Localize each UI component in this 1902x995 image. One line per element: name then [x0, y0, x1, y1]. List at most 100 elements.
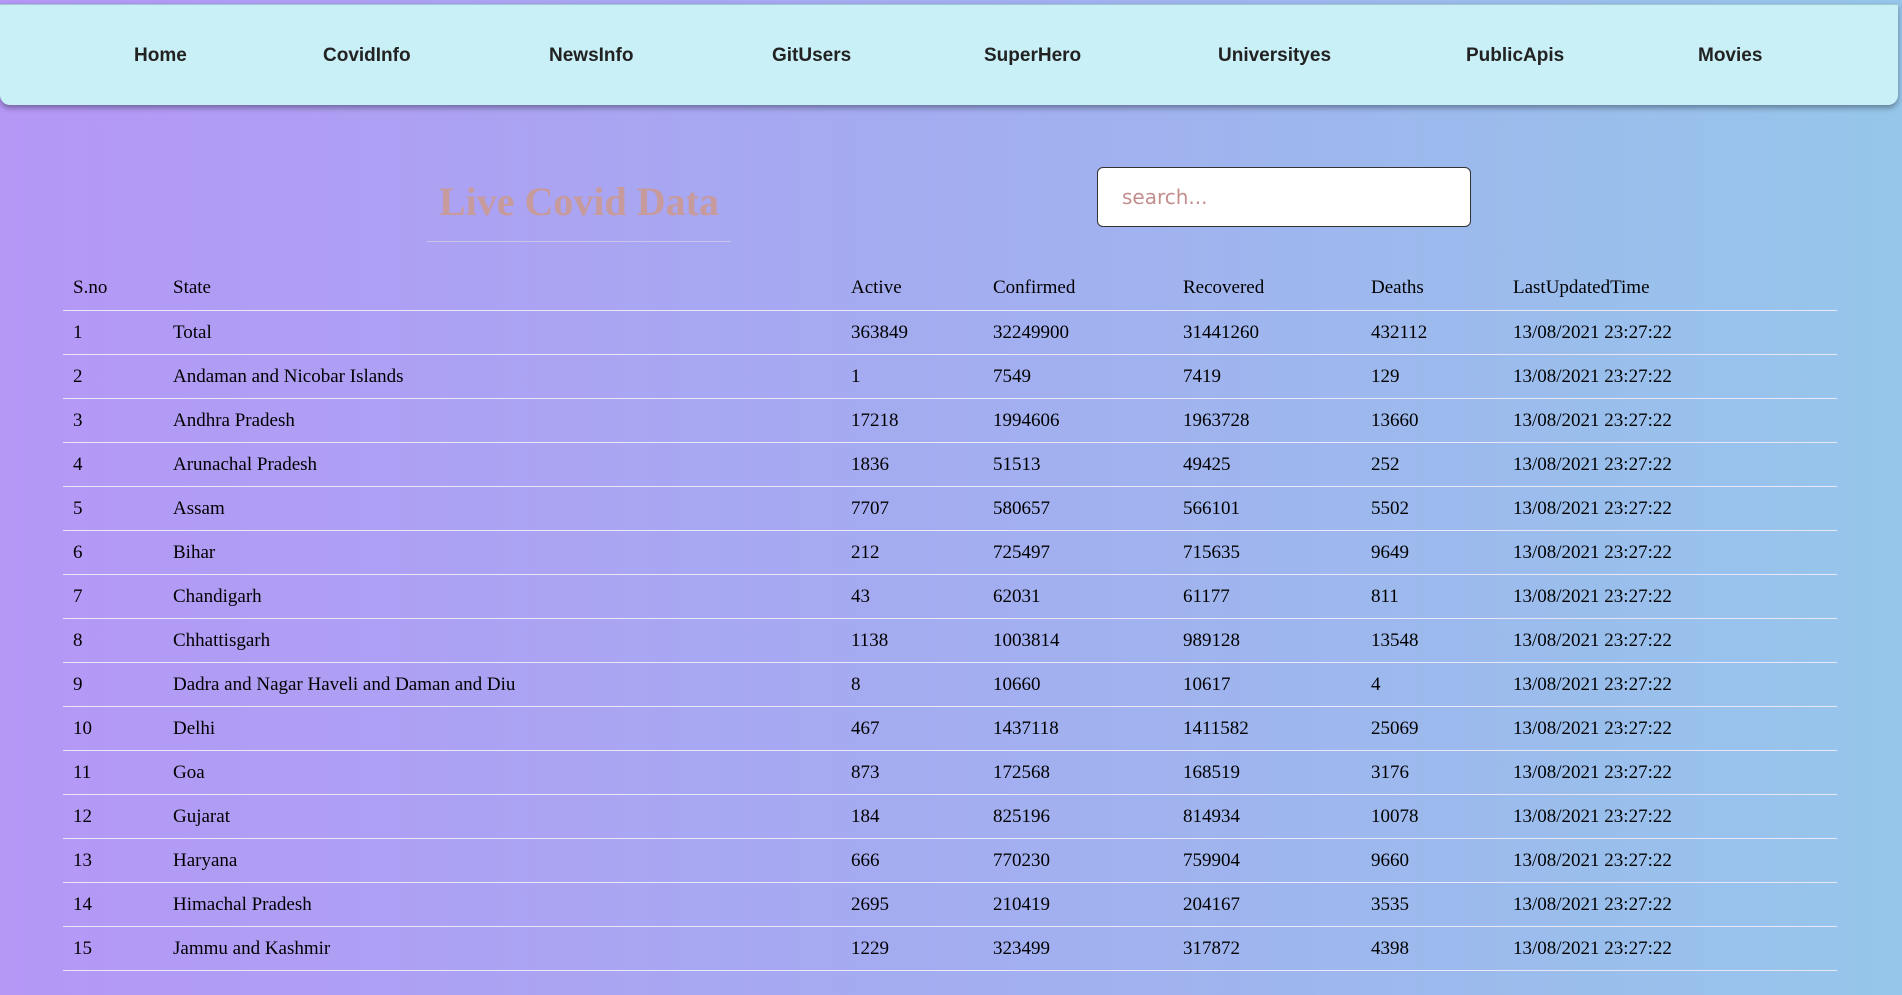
cell-last-updated: 13/08/2021 23:27:22 — [1503, 750, 1837, 795]
cell-confirmed: 62031 — [983, 574, 1173, 619]
cell-state: Delhi — [163, 706, 841, 751]
cell-deaths: 4 — [1361, 662, 1503, 707]
cell-last-updated: 13/08/2021 23:27:22 — [1503, 706, 1837, 751]
cell-sno: 8 — [63, 618, 163, 663]
cell-confirmed: 32249900 — [983, 310, 1173, 355]
cell-confirmed: 1003814 — [983, 618, 1173, 663]
cell-recovered: 49425 — [1173, 442, 1361, 487]
table-row: 1 Total 363849 32249900 31441260 432112 13/08/… — [63, 310, 1837, 355]
cell-sno: 4 — [63, 442, 163, 487]
table-row: 11 Goa 873 172568 168519 3176 13/08/2021 23:27… — [63, 750, 1837, 795]
cell-deaths: 5502 — [1361, 486, 1503, 531]
table-row: 4 Arunachal Pradesh 1836 51513 49425 252 13/08… — [63, 442, 1837, 487]
cell-sno: 14 — [63, 882, 163, 927]
cell-deaths: 25069 — [1361, 706, 1503, 751]
cell-state: Assam — [163, 486, 841, 531]
cell-confirmed: 825196 — [983, 794, 1173, 839]
cell-recovered: 759904 — [1173, 838, 1361, 883]
nav-link-gitusers[interactable]: GitUsers — [772, 45, 851, 67]
top-navbar: Home CovidInfo NewsInfo GitUsers SuperHe… — [0, 4, 1898, 105]
cell-recovered: 317872 — [1173, 926, 1361, 971]
cell-active: 184 — [841, 794, 983, 839]
nav-link-covidinfo[interactable]: CovidInfo — [323, 45, 411, 67]
table-row: 3 Andhra Pradesh 17218 1994606 1963728 13660 1… — [63, 398, 1837, 443]
table-row: 7 Chandigarh 43 62031 61177 811 13/08/2021 23:… — [63, 574, 1837, 619]
cell-sno: 15 — [63, 926, 163, 971]
cell-active: 873 — [841, 750, 983, 795]
cell-state: Arunachal Pradesh — [163, 442, 841, 487]
cell-deaths: 432112 — [1361, 310, 1503, 355]
cell-state: Chhattisgarh — [163, 618, 841, 663]
nav-link-movies[interactable]: Movies — [1698, 45, 1762, 67]
nav-link-home[interactable]: Home — [134, 45, 187, 67]
column-header-active: Active — [841, 266, 983, 311]
nav-link-newsinfo[interactable]: NewsInfo — [549, 45, 633, 67]
cell-last-updated: 13/08/2021 23:27:22 — [1503, 838, 1837, 883]
cell-active: 1229 — [841, 926, 983, 971]
cell-last-updated: 13/08/2021 23:27:22 — [1503, 574, 1837, 619]
cell-confirmed: 580657 — [983, 486, 1173, 531]
cell-deaths: 3176 — [1361, 750, 1503, 795]
cell-active: 7707 — [841, 486, 983, 531]
cell-active: 8 — [841, 662, 983, 707]
cell-sno: 11 — [63, 750, 163, 795]
cell-deaths: 811 — [1361, 574, 1503, 619]
table-row: 14 Himachal Pradesh 2695 210419 204167 3535 13… — [63, 882, 1837, 927]
cell-recovered: 10617 — [1173, 662, 1361, 707]
cell-recovered: 1411582 — [1173, 706, 1361, 751]
cell-state: Bihar — [163, 530, 841, 575]
cell-deaths: 4398 — [1361, 926, 1503, 971]
cell-confirmed: 1994606 — [983, 398, 1173, 443]
cell-state: Andaman and Nicobar Islands — [163, 354, 841, 399]
cell-deaths: 129 — [1361, 354, 1503, 399]
cell-sno: 7 — [63, 574, 163, 619]
cell-recovered: 814934 — [1173, 794, 1361, 839]
cell-active: 17218 — [841, 398, 983, 443]
cell-state: Chandigarh — [163, 574, 841, 619]
cell-recovered: 31441260 — [1173, 310, 1361, 355]
nav-link-universityes[interactable]: Universityes — [1218, 45, 1331, 67]
cell-deaths: 10078 — [1361, 794, 1503, 839]
cell-recovered: 989128 — [1173, 618, 1361, 663]
cell-sno: 3 — [63, 398, 163, 443]
column-header-state: State — [163, 266, 841, 311]
cell-deaths: 9649 — [1361, 530, 1503, 575]
search-input[interactable] — [1097, 167, 1471, 227]
cell-last-updated: 13/08/2021 23:27:22 — [1503, 310, 1837, 355]
cell-deaths: 252 — [1361, 442, 1503, 487]
cell-sno: 12 — [63, 794, 163, 839]
covid-data-table: S.no State Active Confirmed Recovered De… — [63, 266, 1837, 971]
cell-confirmed: 10660 — [983, 662, 1173, 707]
nav-link-publicapis[interactable]: PublicApis — [1466, 45, 1564, 67]
cell-last-updated: 13/08/2021 23:27:22 — [1503, 530, 1837, 575]
cell-state: Haryana — [163, 838, 841, 883]
cell-sno: 5 — [63, 486, 163, 531]
nav-link-superhero[interactable]: SuperHero — [984, 45, 1081, 67]
cell-recovered: 566101 — [1173, 486, 1361, 531]
cell-deaths: 13548 — [1361, 618, 1503, 663]
cell-active: 1138 — [841, 618, 983, 663]
table-row: 13 Haryana 666 770230 759904 9660 13/08/2021 2… — [63, 838, 1837, 883]
cell-confirmed: 51513 — [983, 442, 1173, 487]
table-row: 2 Andaman and Nicobar Islands 1 7549 7419 129… — [63, 354, 1837, 399]
cell-recovered: 168519 — [1173, 750, 1361, 795]
cell-deaths: 3535 — [1361, 882, 1503, 927]
table-row: 15 Jammu and Kashmir 1229 323499 317872 4398 1… — [63, 926, 1837, 971]
cell-state: Goa — [163, 750, 841, 795]
cell-recovered: 61177 — [1173, 574, 1361, 619]
table-row: 12 Gujarat 184 825196 814934 10078 13/08/2021 … — [63, 794, 1837, 839]
cell-state: Total — [163, 310, 841, 355]
column-header-deaths: Deaths — [1361, 266, 1503, 311]
title-underline — [427, 241, 731, 242]
cell-state: Himachal Pradesh — [163, 882, 841, 927]
cell-sno: 1 — [63, 310, 163, 355]
cell-confirmed: 1437118 — [983, 706, 1173, 751]
cell-sno: 9 — [63, 662, 163, 707]
cell-confirmed: 210419 — [983, 882, 1173, 927]
cell-recovered: 1963728 — [1173, 398, 1361, 443]
cell-sno: 13 — [63, 838, 163, 883]
cell-last-updated: 13/08/2021 23:27:22 — [1503, 662, 1837, 707]
table-row: 8 Chhattisgarh 1138 1003814 989128 13548 13/08… — [63, 618, 1837, 663]
cell-sno: 2 — [63, 354, 163, 399]
cell-deaths: 13660 — [1361, 398, 1503, 443]
